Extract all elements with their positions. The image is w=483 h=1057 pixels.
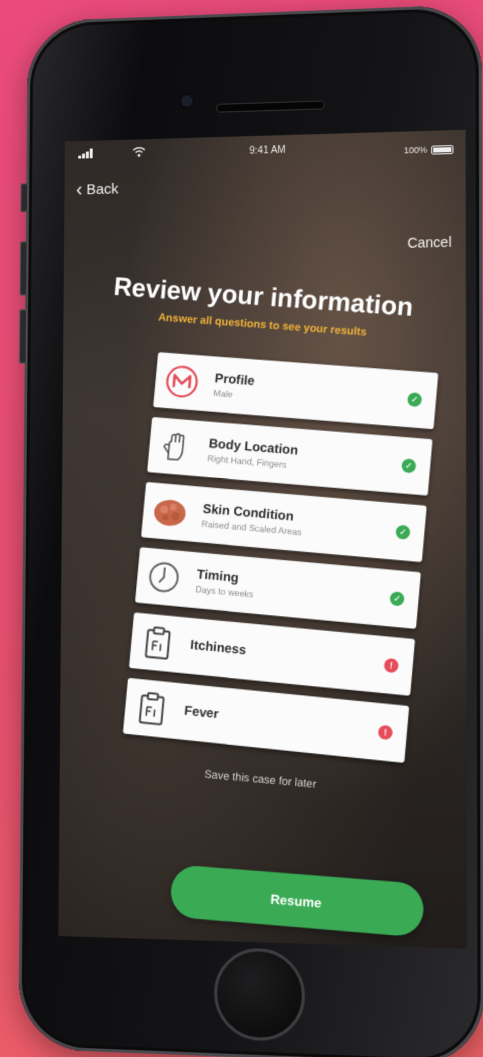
item-label: Itchiness (189, 636, 247, 658)
battery-icon (431, 145, 454, 155)
clipboard-icon (131, 688, 172, 730)
volume-up-button (19, 241, 28, 296)
clock-icon (144, 557, 185, 598)
battery-percent: 100% (403, 144, 428, 156)
review-item-body-location[interactable]: Body Location Right Hand, Fingers ✓ (147, 416, 433, 496)
mute-switch (20, 183, 29, 213)
back-label: Back (86, 180, 119, 198)
check-icon: ✓ (395, 524, 411, 540)
phone-frame: 9:41 AM 100% ‹ Back Cancel Review your i… (18, 4, 483, 1057)
back-button[interactable]: ‹ Back (75, 178, 119, 201)
item-label: Fever (183, 702, 220, 722)
volume-down-button (18, 309, 28, 364)
check-icon: ✓ (406, 391, 423, 408)
status-time: 9:41 AM (249, 144, 286, 157)
skin-condition-icon (150, 491, 191, 532)
review-list: Profile Male ✓ Body Location Right Hand,… (122, 352, 447, 774)
resume-button[interactable]: Resume (169, 864, 425, 938)
wifi-icon (132, 147, 146, 160)
hand-icon (156, 426, 197, 467)
phone-screen: 9:41 AM 100% ‹ Back Cancel Review your i… (58, 129, 468, 949)
home-button[interactable] (213, 947, 305, 1043)
clipboard-icon (138, 622, 179, 663)
front-camera (181, 94, 193, 107)
earpiece-speaker (216, 100, 325, 113)
check-icon: ✓ (401, 458, 417, 474)
status-bar: 9:41 AM 100% (65, 136, 466, 165)
alert-icon: ! (377, 724, 394, 741)
chevron-left-icon: ‹ (75, 178, 83, 201)
profile-logo-icon (162, 362, 203, 402)
alert-icon: ! (383, 657, 400, 674)
check-icon: ✓ (389, 591, 405, 607)
cancel-button[interactable]: Cancel (407, 234, 451, 251)
review-item-profile[interactable]: Profile Male ✓ (153, 352, 439, 430)
signal-icon (78, 148, 93, 161)
